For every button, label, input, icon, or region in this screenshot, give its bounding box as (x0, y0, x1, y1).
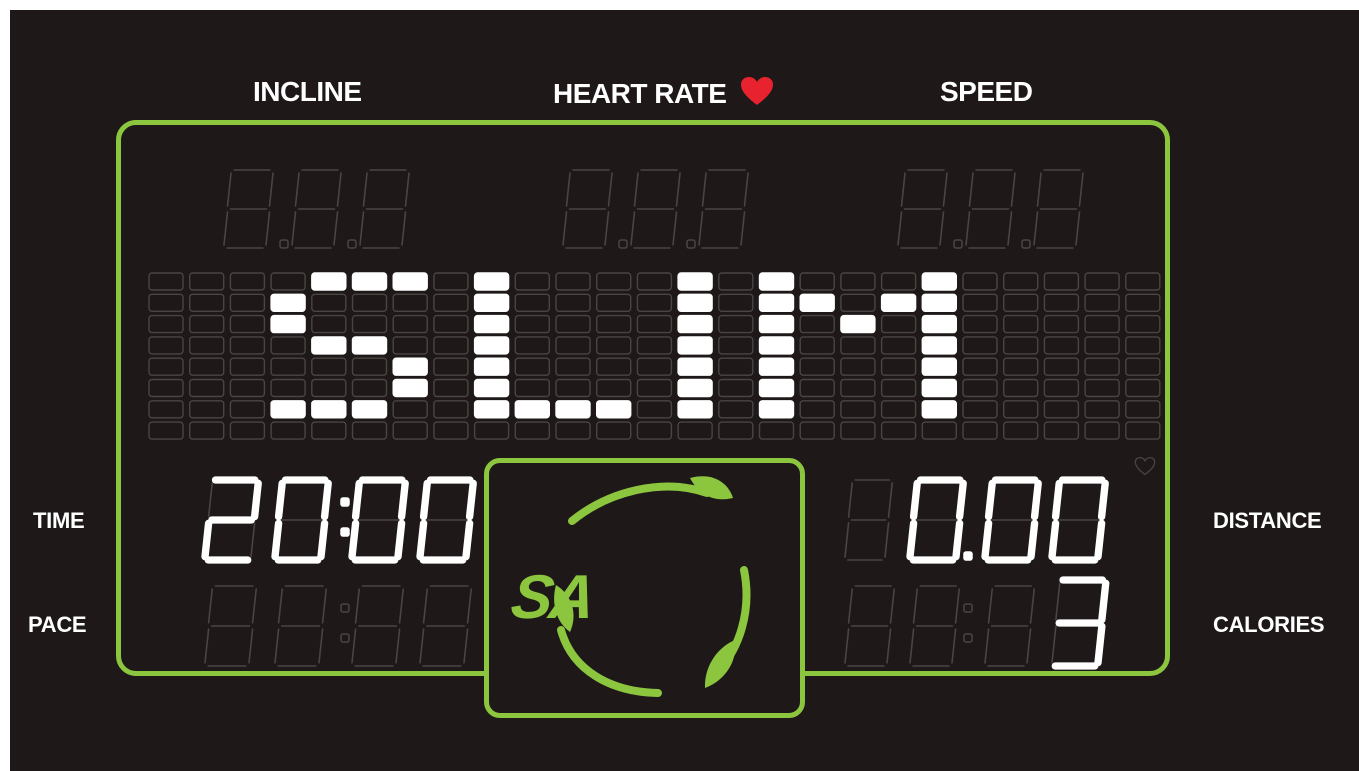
logo-leaf-right (704, 640, 736, 688)
logo-text: SA (507, 563, 597, 632)
logo-ring-left (557, 626, 662, 697)
logo-ring-top (568, 482, 711, 525)
heart-outline-icon (1134, 456, 1156, 476)
sa-logo: SA (507, 476, 751, 697)
